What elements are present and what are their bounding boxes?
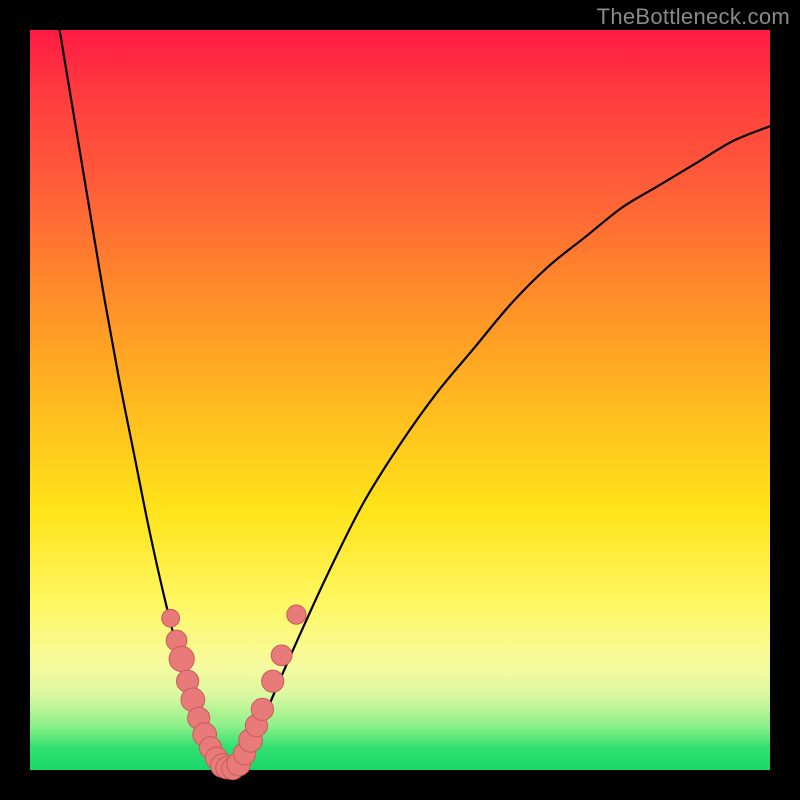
plot-area	[30, 30, 770, 770]
bead-right	[262, 670, 284, 692]
bead-right	[251, 698, 273, 720]
bead-right	[271, 645, 292, 666]
bead-right	[287, 605, 306, 624]
curves-svg	[30, 30, 770, 770]
bead-left	[162, 609, 180, 627]
left-curve	[60, 30, 223, 770]
bead-left	[169, 646, 194, 671]
watermark-text: TheBottleneck.com	[597, 4, 790, 30]
right-curve	[237, 126, 770, 770]
chart-frame: TheBottleneck.com	[0, 0, 800, 800]
